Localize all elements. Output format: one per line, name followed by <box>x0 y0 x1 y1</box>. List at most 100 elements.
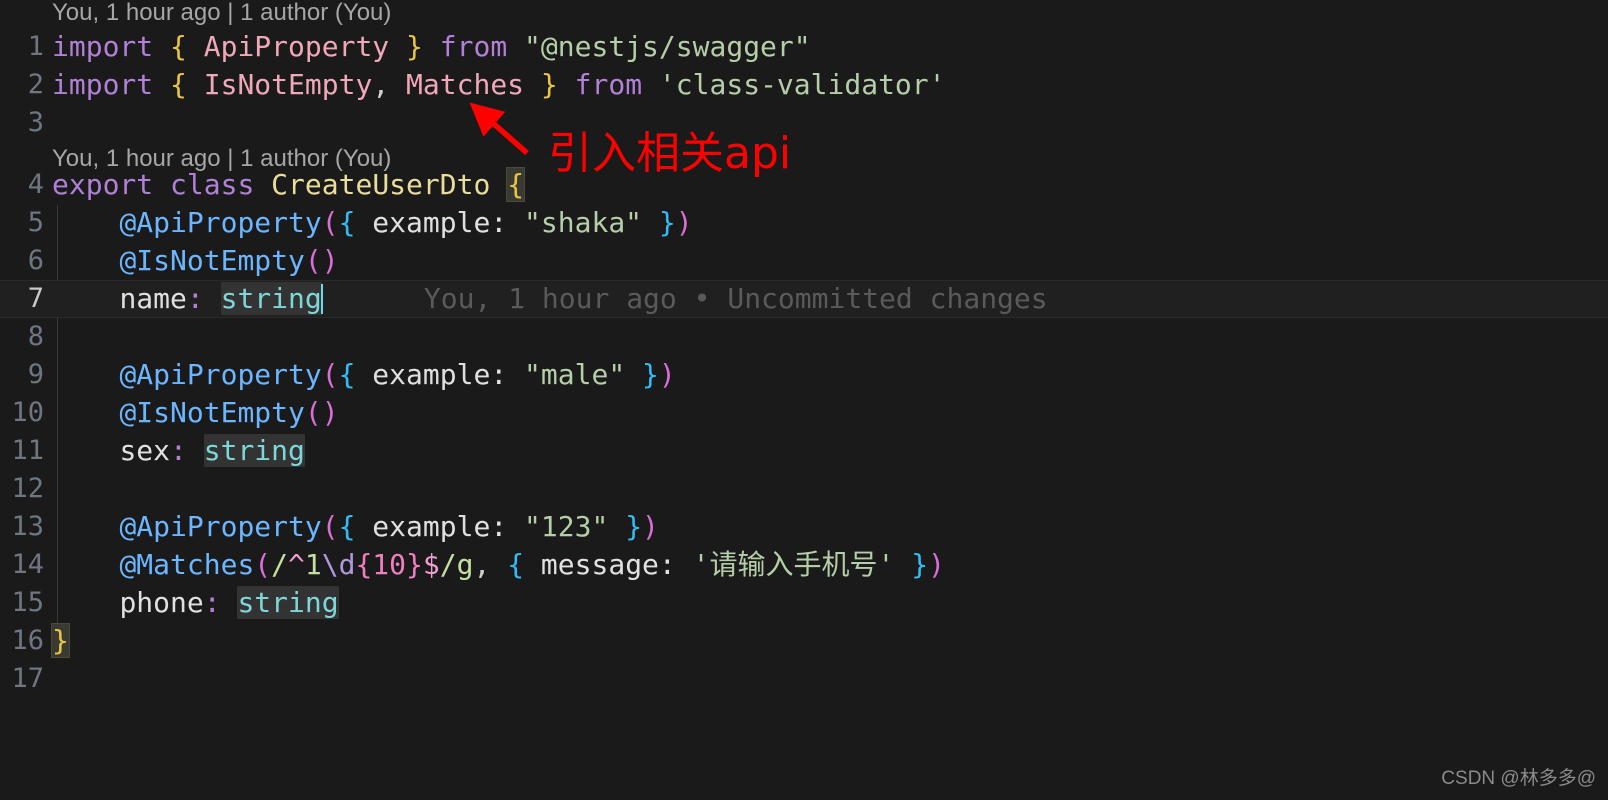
line-number-1[interactable]: 1 <box>0 28 44 66</box>
editor-line-8[interactable]: 8 <box>0 318 1608 356</box>
tok-space <box>254 168 271 201</box>
tok-type-string: string <box>203 434 305 467</box>
tok-object-key: example: <box>355 206 525 239</box>
line-number-12[interactable]: 12 <box>0 470 44 508</box>
tok-paren-close: ) <box>928 548 945 581</box>
tok-space <box>558 68 575 101</box>
line-number-16[interactable]: 16 <box>0 622 44 660</box>
line-number-6[interactable]: 6 <box>0 242 44 280</box>
codelens-top[interactable]: You, 1 hour ago | 1 author (You) <box>52 0 391 30</box>
tok-parens: () <box>304 244 339 277</box>
tok-string-message: '请输入手机号' <box>692 548 895 581</box>
tok-paren-close: ) <box>642 510 659 543</box>
tok-space <box>187 434 204 467</box>
tok-brace-open: { <box>170 30 187 63</box>
tok-colon: : <box>186 282 204 315</box>
line-number-4[interactable]: 4 <box>0 166 44 204</box>
tok-brace-close: } <box>406 30 423 63</box>
line-9-code: @ApiProperty({ example: "male" }) <box>52 356 675 394</box>
tok-regex-literal: 1 <box>304 548 322 581</box>
tok-paren-close: ) <box>675 206 693 239</box>
tok-curly-close: } <box>625 510 643 543</box>
tok-string-value: "male" <box>524 358 626 391</box>
tok-indent <box>52 244 119 277</box>
tok-brace-close: } <box>540 68 558 101</box>
tok-comma: , <box>473 548 491 581</box>
tok-space <box>423 30 440 63</box>
tok-object-key-message: message: <box>524 548 693 581</box>
editor-line-1[interactable]: 1 import { ApiProperty } from "@nestjs/s… <box>0 28 1608 66</box>
line-number-10[interactable]: 10 <box>0 394 44 432</box>
tok-regex-quantifier: {10} <box>355 548 423 581</box>
editor-line-16[interactable]: 16 } <box>0 622 1608 660</box>
tok-bracket-match-open: { <box>506 167 526 202</box>
editor-line-11[interactable]: 11 sex: string <box>0 432 1608 470</box>
tok-space <box>524 68 541 101</box>
tok-object-key: example: <box>355 510 525 543</box>
editor-line-12[interactable]: 12 <box>0 470 1608 508</box>
tok-property-name: phone <box>119 586 204 619</box>
editor-line-14[interactable]: 14 @Matches(/^1\d{10}$/g, { message: '请输… <box>0 546 1608 584</box>
line-number-13[interactable]: 13 <box>0 508 44 546</box>
line-number-2[interactable]: 2 <box>0 66 44 104</box>
line-4-code: export class CreateUserDto { <box>52 166 526 204</box>
editor-line-2[interactable]: 2 import { IsNotEmpty, Matches } from 'c… <box>0 66 1608 104</box>
line-number-3[interactable]: 3 <box>0 104 44 142</box>
editor-line-5[interactable]: 5 @ApiProperty({ example: "shaka" }) <box>0 204 1608 242</box>
tok-decorator-isnotempty: @IsNotEmpty <box>119 396 305 429</box>
editor-line-6[interactable]: 6 @IsNotEmpty() <box>0 242 1608 280</box>
tok-regex-flags: g <box>456 548 474 581</box>
tok-curly-close: } <box>911 548 929 581</box>
tok-space <box>389 30 406 63</box>
tok-curly-open: { <box>338 206 356 239</box>
tok-paren-open: ( <box>254 548 272 581</box>
editor-line-3[interactable]: 3 <box>0 104 1608 142</box>
line-number-14[interactable]: 14 <box>0 546 44 584</box>
editor-line-4[interactable]: 4 export class CreateUserDto { <box>0 166 1608 204</box>
line-number-7[interactable]: 7 <box>0 280 44 318</box>
editor-line-9[interactable]: 9 @ApiProperty({ example: "male" }) <box>0 356 1608 394</box>
annotation-label: 引入相关api <box>548 128 792 179</box>
line-1-code: import { ApiProperty } from "@nestjs/swa… <box>52 28 811 66</box>
tok-space <box>323 282 424 315</box>
line-number-8[interactable]: 8 <box>0 318 44 356</box>
line-number-9[interactable]: 9 <box>0 356 44 394</box>
line-number-5[interactable]: 5 <box>0 204 44 242</box>
editor-line-13[interactable]: 13 @ApiProperty({ example: "123" }) <box>0 508 1608 546</box>
editor-line-10[interactable]: 10 @IsNotEmpty() <box>0 394 1608 432</box>
code-editor[interactable]: You, 1 hour ago | 1 author (You) 1 impor… <box>0 0 1608 800</box>
tok-comma: , <box>372 68 390 101</box>
line-number-15[interactable]: 15 <box>0 584 44 622</box>
tok-space <box>625 358 642 391</box>
tok-space <box>642 206 659 239</box>
tok-module-path: "@nestjs/swagger" <box>524 30 811 63</box>
tok-regex-open: / <box>271 548 289 581</box>
tok-brace-open: { <box>170 68 187 101</box>
tok-indent <box>52 282 119 315</box>
line-16-code: } <box>51 622 70 660</box>
tok-class: class <box>170 168 255 201</box>
editor-line-15[interactable]: 15 phone: string <box>0 584 1608 622</box>
line-number-11[interactable]: 11 <box>0 432 44 470</box>
editor-line-7-active[interactable]: 7 name: string You, 1 hour ago • Uncommi… <box>0 280 1608 318</box>
line-number-17[interactable]: 17 <box>0 660 44 698</box>
tok-space <box>507 30 524 63</box>
tok-string-value: "shaka" <box>524 206 643 239</box>
tok-indent <box>52 434 119 467</box>
tok-export: export <box>52 168 154 201</box>
tok-space <box>221 586 238 619</box>
tok-property-name: name <box>119 282 187 315</box>
tok-space <box>894 548 911 581</box>
tok-space <box>187 30 204 63</box>
tok-regex-anchor-end: $ <box>422 548 440 581</box>
tok-curly-open: { <box>338 510 356 543</box>
tok-space <box>187 68 204 101</box>
tok-import: import <box>52 68 154 101</box>
editor-line-17[interactable]: 17 <box>0 660 1608 698</box>
tok-space <box>389 68 406 101</box>
tok-decorator-matches: @Matches <box>119 548 255 581</box>
tok-space <box>608 510 625 543</box>
inline-blame-annotation[interactable]: You, 1 hour ago • Uncommitted changes <box>424 282 1048 315</box>
tok-regex-anchor-start: ^ <box>288 548 305 581</box>
line-2-code: import { IsNotEmpty, Matches } from 'cla… <box>52 66 946 104</box>
